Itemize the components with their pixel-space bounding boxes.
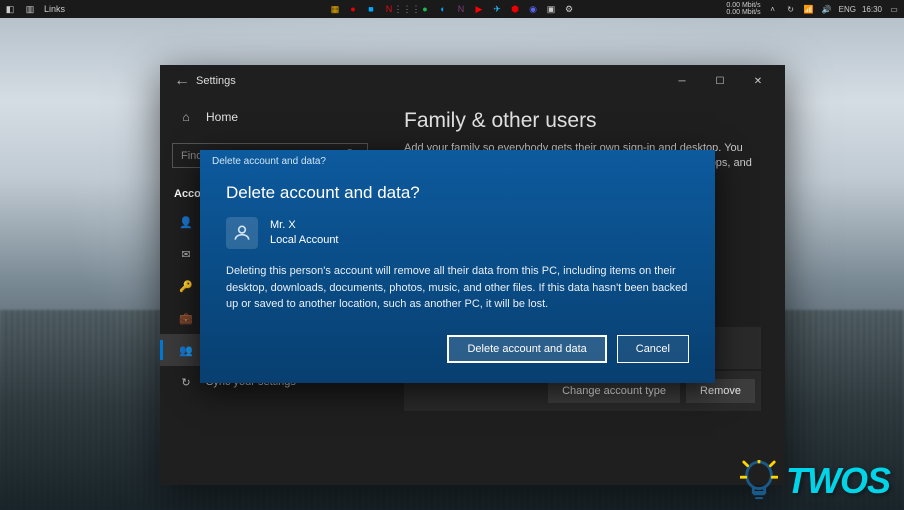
window-titlebar[interactable]: ← Settings ─ ☐ ✕ [160,65,785,97]
notifications-icon[interactable]: ▭ [888,3,900,15]
dialog-body-text: Deleting this person's account will remo… [226,263,689,313]
app-icon-2[interactable]: ● [347,3,359,15]
key-icon: 🔑 [178,278,194,294]
person-icon: 👤 [178,214,194,230]
minimize-button[interactable]: ─ [663,67,701,95]
delete-account-dialog: Delete account and data? Delete account … [200,150,715,383]
app-icon-6[interactable]: ● [419,3,431,15]
app-icon-11[interactable]: ⬢ [509,3,521,15]
dialog-heading: Delete account and data? [226,183,689,203]
settings-icon[interactable]: ⚙ [563,3,575,15]
home-label: Home [206,110,238,124]
sidebar-home[interactable]: ⌂ Home [160,101,380,133]
start-icon[interactable]: ◧ [4,3,16,15]
page-title: Family & other users [404,109,761,133]
cancel-button[interactable]: Cancel [617,335,689,363]
back-button[interactable]: ← [168,72,196,90]
dialog-user-block: Mr. X Local Account [226,217,689,249]
app-icon-8[interactable]: N [455,3,467,15]
lightbulb-icon [740,460,778,502]
dialog-titlebar[interactable]: Delete account and data? [200,150,715,173]
taskbar: ◧ ▥ Links ▦ ● ■ N ⋮⋮⋮ ● ◐ N ▶ ✈ ⬢ ◉ ▣ ⚙ … [0,0,904,18]
tray-sync-icon[interactable]: ↻ [785,3,797,15]
sync-icon: ↻ [178,374,194,390]
delete-account-button[interactable]: Delete account and data [447,335,606,363]
remove-button[interactable]: Remove [686,379,755,403]
dialog-user-name: Mr. X [270,218,339,233]
avatar-icon [226,217,258,249]
close-button[interactable]: ✕ [739,67,777,95]
app-icon-1[interactable]: ▦ [329,3,341,15]
brand-logo: TWOS [740,460,890,502]
app-icon-5[interactable]: ⋮⋮⋮ [401,3,413,15]
language-indicator[interactable]: ENG [839,5,856,14]
tray-chevron-icon[interactable]: ˄ [767,3,779,15]
dialog-user-type: Local Account [270,233,339,248]
app-icon-13[interactable]: ▣ [545,3,557,15]
maximize-button[interactable]: ☐ [701,67,739,95]
app-icon-7[interactable]: ◐ [437,3,449,15]
links-label[interactable]: Links [44,4,65,14]
app-icon-3[interactable]: ■ [365,3,377,15]
briefcase-icon: 💼 [178,310,194,326]
wifi-icon[interactable]: 📶 [803,3,815,15]
brand-text: TWOS [786,460,890,502]
app-icon-9[interactable]: ▶ [473,3,485,15]
taskview-icon[interactable]: ▥ [24,3,36,15]
volume-icon[interactable]: 🔊 [821,3,833,15]
home-icon: ⌂ [178,109,194,125]
clock[interactable]: 16:30 [862,5,882,14]
window-title: Settings [196,75,236,87]
family-icon: 👥 [178,342,194,358]
app-icon-10[interactable]: ✈ [491,3,503,15]
app-icon-12[interactable]: ◉ [527,3,539,15]
network-stats: 0.00 Mbit/s 0.00 Mbit/s [726,2,760,16]
change-account-type-button[interactable]: Change account type [548,379,680,403]
mail-icon: ✉ [178,246,194,262]
